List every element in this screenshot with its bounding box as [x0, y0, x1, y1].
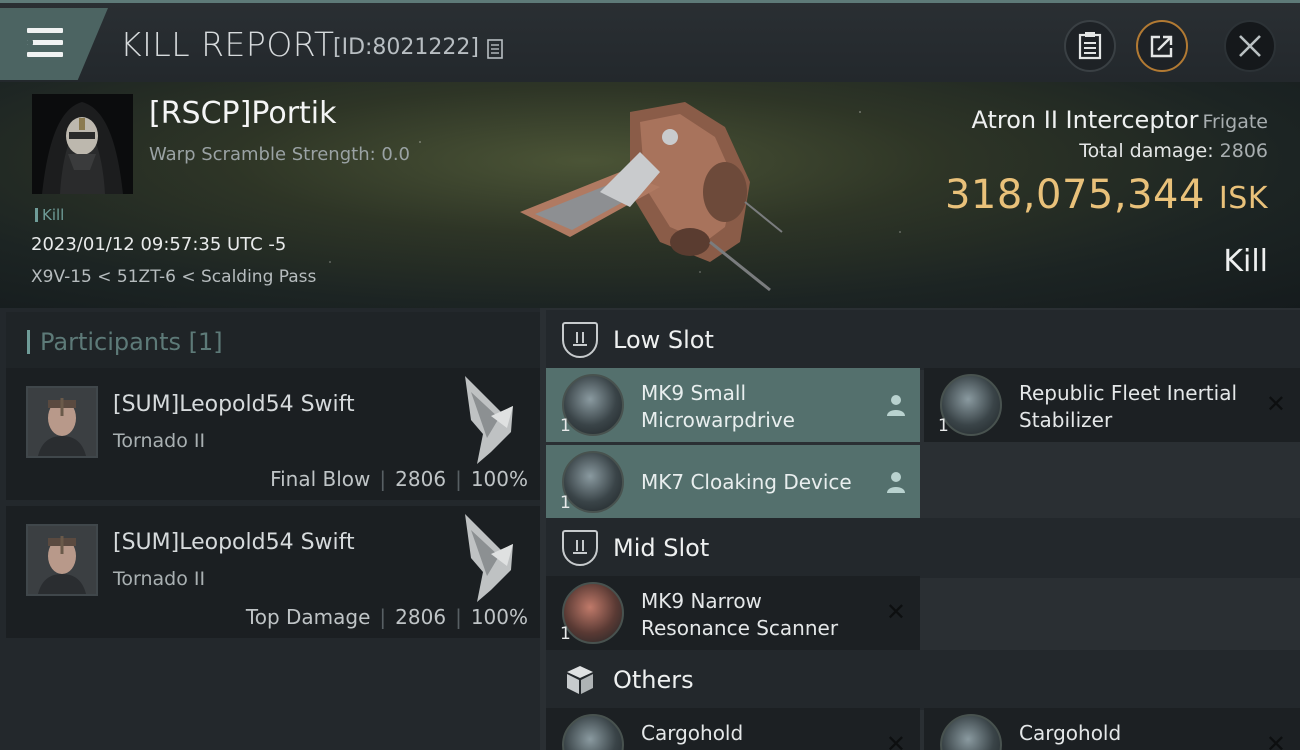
menu-icon	[27, 28, 63, 58]
mid-slot-icon	[562, 530, 598, 566]
module-icon	[562, 451, 624, 513]
fitting-panel: Low Slot 1 MK9 Small Microwarpdrive 1 Re…	[540, 308, 1300, 750]
low-slot-icon	[562, 322, 598, 358]
close-icon	[1239, 35, 1261, 57]
destroyed-x-icon: ✕	[885, 730, 906, 750]
mid-slot-label: Mid Slot	[613, 534, 710, 562]
participant-card[interactable]: [SUM]Leopold54 Swift Tornado II Final Bl…	[6, 368, 540, 500]
others-header: Others	[546, 650, 1300, 710]
module-item[interactable]: 1 MK9 Narrow Resonance Scanner ✕	[546, 576, 920, 650]
kill-location: X9V-15 < 51ZT-6 < Scalding Pass	[31, 267, 317, 287]
destroyed-x-icon: ✕	[885, 598, 906, 626]
participant-card[interactable]: [SUM]Leopold54 Swift Tornado II Top Dama…	[6, 506, 540, 638]
victim-ship-name[interactable]: Atron II Interceptor Frigate	[972, 106, 1269, 134]
module-name: MK9 Narrow Resonance Scanner	[641, 589, 839, 640]
module-item[interactable]: 1 MK9 Small Microwarpdrive	[546, 368, 920, 442]
copy-icon[interactable]	[487, 39, 503, 59]
top-bar: KILL REPORT [ID:8021222]	[0, 0, 1300, 82]
victim-banner: [RSCP]Portik Warp Scramble Strength: 0.0…	[0, 82, 1300, 308]
module-quantity: 1	[560, 416, 571, 436]
low-slot-header: Low Slot	[546, 310, 1300, 370]
participant-avatar[interactable]	[26, 386, 98, 458]
participant-ship-image[interactable]	[451, 372, 521, 464]
menu-button[interactable]	[0, 8, 108, 80]
mid-slot-header: Mid Slot	[546, 518, 1300, 578]
module-name: Republic Fleet Inertial Stabilizer	[1019, 381, 1238, 432]
participant-percent: 100%	[470, 467, 528, 491]
module-name: MK7 Cloaking Device	[641, 470, 852, 494]
module-item[interactable]: 1 Republic Fleet Inertial Stabilizer ✕	[924, 368, 1300, 442]
module-name: MK9 Small Microwarpdrive	[641, 381, 795, 432]
report-id: [ID:8021222]	[333, 35, 479, 60]
module-quantity: 1	[560, 493, 571, 513]
kill-tag: Kill	[35, 206, 64, 224]
module-item[interactable]: Cargohold ✕	[546, 708, 920, 750]
cargo-box-icon	[567, 666, 593, 694]
victim-avatar[interactable]	[32, 94, 133, 194]
participant-damage: 2806	[395, 467, 447, 491]
module-item[interactable]: 1 MK7 Cloaking Device	[546, 445, 920, 519]
participant-stats: Final Blow | 2806 | 100%	[270, 467, 528, 491]
participant-percent: 100%	[470, 605, 528, 629]
participants-header: Participants [1]	[6, 312, 540, 368]
participant-ship-image[interactable]	[451, 510, 521, 602]
participant-ship: Tornado II	[113, 568, 206, 590]
warp-scramble-strength: Warp Scramble Strength: 0.0	[149, 144, 411, 165]
clipboard-icon	[1078, 32, 1102, 60]
destroyed-x-icon: ✕	[1265, 730, 1286, 750]
module-icon	[562, 714, 624, 750]
isk-value: 318,075,344 ISK	[944, 172, 1268, 218]
kill-result: Kill	[1223, 244, 1268, 279]
kill-datetime: 2023/01/12 09:57:35 UTC -5	[31, 234, 287, 255]
others-label: Others	[613, 666, 694, 694]
share-icon	[1150, 35, 1173, 58]
participant-ship: Tornado II	[113, 430, 206, 452]
total-damage: Total damage: 2806	[1079, 140, 1268, 162]
module-name: Cargohold	[1019, 721, 1122, 745]
module-item[interactable]: Cargohold ✕	[924, 708, 1300, 750]
module-quantity: 1	[938, 416, 949, 436]
victim-ship-image[interactable]	[510, 92, 790, 297]
participants-panel: Participants [1] [SUM]Leopold54 Swift To…	[0, 308, 540, 750]
module-icon	[562, 374, 624, 436]
ship-class: Frigate	[1202, 111, 1268, 133]
participant-stats: Top Damage | 2806 | 100%	[245, 605, 528, 629]
participant-role: Final Blow	[270, 467, 371, 491]
module-quantity: 1	[560, 624, 571, 644]
participant-avatar[interactable]	[26, 524, 98, 596]
pilot-icon[interactable]	[886, 471, 906, 493]
destroyed-x-icon: ✕	[1265, 390, 1286, 418]
module-icon	[940, 374, 1002, 436]
module-icon	[940, 714, 1002, 750]
low-slot-label: Low Slot	[613, 326, 714, 354]
participant-role: Top Damage	[245, 605, 371, 629]
close-button[interactable]	[1224, 20, 1276, 72]
module-name: Cargohold	[641, 721, 744, 745]
participant-damage: 2806	[395, 605, 447, 629]
participant-name[interactable]: [SUM]Leopold54 Swift	[113, 530, 355, 555]
victim-name[interactable]: [RSCP]Portik	[149, 96, 337, 131]
pilot-icon[interactable]	[886, 394, 906, 416]
page-title: KILL REPORT	[120, 25, 335, 64]
participant-name[interactable]: [SUM]Leopold54 Swift	[113, 392, 355, 417]
participants-title: Participants [1]	[40, 328, 223, 356]
module-icon	[562, 582, 624, 644]
share-button[interactable]	[1136, 20, 1188, 72]
clipboard-button[interactable]	[1064, 20, 1116, 72]
